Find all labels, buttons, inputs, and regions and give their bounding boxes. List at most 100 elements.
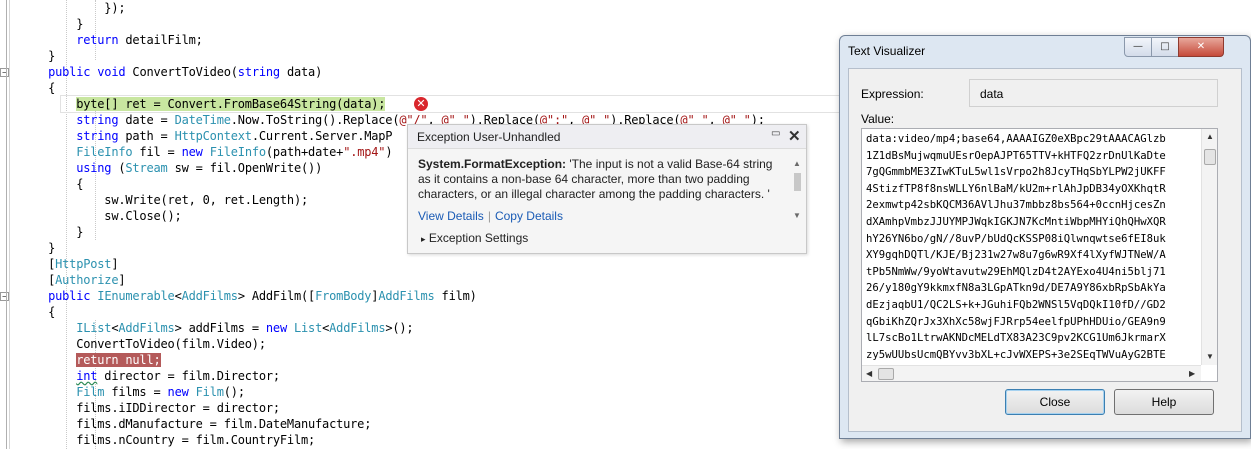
close-button[interactable]: Close bbox=[1005, 389, 1105, 415]
code-line: using (Stream sw = fil.OpenWrite()) bbox=[20, 160, 322, 176]
code-token: ) bbox=[385, 145, 393, 159]
code-token: string bbox=[237, 65, 280, 79]
code-token: List bbox=[294, 321, 323, 335]
code-line: return detailFilm; bbox=[20, 32, 203, 48]
code-line: string path = HttpContext.Current.Server… bbox=[20, 128, 392, 144]
code-token: ConvertToVideo(film.Video); bbox=[20, 337, 266, 351]
code-token: AddFilms bbox=[378, 289, 435, 303]
code-token: [ bbox=[20, 257, 56, 271]
code-token: AddFilms bbox=[181, 289, 238, 303]
minimize-icon[interactable]: — bbox=[1124, 37, 1152, 57]
code-token: .Current.Server.MapP bbox=[251, 129, 393, 143]
fold-toggle-icon[interactable]: − bbox=[0, 68, 9, 77]
expression-field: data bbox=[969, 79, 1218, 107]
help-button[interactable]: Help bbox=[1114, 389, 1214, 415]
code-token: sw.Write(ret, 0, ret.Length); bbox=[20, 193, 309, 207]
code-token: }); bbox=[20, 1, 126, 15]
code-token: Stream bbox=[125, 161, 168, 175]
exception-message: System.FormatException: 'The input is no… bbox=[418, 157, 778, 202]
exception-settings-toggle[interactable]: ▸ Exception Settings bbox=[421, 231, 528, 245]
code-token: AddFilms bbox=[329, 321, 386, 335]
code-line: FileInfo fil = new FileInfo(path+date+".… bbox=[20, 144, 392, 160]
exception-settings-label: Exception Settings bbox=[428, 231, 529, 245]
value-line: 26/y180gY9kkmxfN8a3LGpATkn9d/DE7A9Y86xbR… bbox=[866, 282, 1166, 295]
scroll-down-icon[interactable]: ▼ bbox=[1206, 352, 1214, 361]
code-token: films.dManufacture = film.DateManufactur… bbox=[20, 417, 372, 431]
scroll-left-icon[interactable]: ◀ bbox=[866, 369, 872, 378]
code-token: public bbox=[48, 289, 91, 303]
value-line: 7gQGmmbME3ZIwKTuL5wl1sVrpo2h8JcyTHqSbYLP… bbox=[866, 166, 1166, 179]
code-token: } bbox=[20, 17, 84, 31]
code-token: >(); bbox=[385, 321, 414, 335]
exception-scrollbar[interactable]: ▲ ▼ bbox=[791, 157, 803, 247]
code-token: return null; bbox=[76, 353, 161, 367]
value-line: XY9gqhDQTl/KJE/Bj231w27w8u7g6wR9Xf4lXyfW… bbox=[866, 249, 1166, 262]
code-line: { bbox=[20, 176, 83, 192]
text-visualizer-dialog: Text Visualizer — □ ✕ Expression: data V… bbox=[839, 35, 1251, 439]
scroll-right-icon[interactable]: ▶ bbox=[1189, 369, 1195, 378]
code-token: Film bbox=[76, 385, 105, 399]
code-token: detailFilm; bbox=[118, 33, 203, 47]
code-token: (path+date+ bbox=[265, 145, 344, 159]
scroll-thumb[interactable] bbox=[878, 368, 894, 380]
code-line: { bbox=[20, 304, 55, 320]
code-token: sw.Close(); bbox=[20, 209, 182, 223]
code-token: { bbox=[20, 177, 84, 191]
scroll-up-icon[interactable]: ▲ bbox=[793, 159, 801, 168]
value-line: qGbiKhZQrJx3XhXc58wjFJRrp54eelfpUPhHDUio… bbox=[866, 315, 1166, 328]
value-line: dXAmhpVmbzJJUYMPJWqkIGKJN7KcMntiWbpMHYiQ… bbox=[866, 215, 1166, 228]
value-label: Value: bbox=[861, 112, 895, 126]
code-token: public void bbox=[48, 65, 126, 79]
code-token: ( bbox=[111, 161, 126, 175]
value-line: dEzjaqbU1/QC2LS+k+JGuhiFQb2WNSl5VqDQkI10… bbox=[866, 298, 1166, 311]
value-text[interactable]: data:video/mp4;base64,AAAAIGZ0eXBpc29tAA… bbox=[866, 131, 1200, 380]
code-line: return null; bbox=[20, 352, 161, 368]
code-token: data) bbox=[279, 65, 323, 79]
value-textbox[interactable]: data:video/mp4;base64,AAAAIGZ0eXBpc29tAA… bbox=[861, 128, 1218, 382]
scroll-thumb[interactable] bbox=[1204, 149, 1216, 165]
scroll-up-icon[interactable]: ▲ bbox=[1206, 132, 1214, 141]
code-token: FileInfo bbox=[76, 145, 133, 159]
code-token: new bbox=[265, 321, 287, 335]
code-token: sw = fil.OpenWrite()) bbox=[167, 161, 323, 175]
value-horizontal-scrollbar[interactable]: ◀ ▶ bbox=[862, 365, 1201, 381]
view-details-link[interactable]: View Details bbox=[418, 209, 484, 223]
exception-header: Exception User-Unhandled ▭ ✕ bbox=[408, 125, 806, 149]
code-line: public void ConvertToVideo(string data) bbox=[20, 64, 322, 80]
scroll-thumb[interactable] bbox=[794, 173, 801, 191]
scroll-down-icon[interactable]: ▼ bbox=[793, 211, 801, 220]
copy-details-link[interactable]: Copy Details bbox=[495, 209, 563, 223]
fold-toggle-icon[interactable]: − bbox=[0, 292, 9, 301]
code-line: [HttpPost] bbox=[20, 256, 118, 272]
code-token: films = bbox=[104, 385, 168, 399]
code-token: IList bbox=[76, 321, 112, 335]
outline-line bbox=[6, 0, 7, 449]
value-line: 4StizfTP8f8nsWLLY6nlBaM/kU2m+rlAhJpDB34y… bbox=[866, 182, 1166, 195]
code-token: { bbox=[20, 81, 56, 95]
exception-type: System.FormatException: bbox=[418, 157, 567, 171]
code-token: HttpContext bbox=[174, 129, 252, 143]
expand-arrow-icon: ▸ bbox=[421, 234, 426, 244]
pin-icon[interactable]: ▭ bbox=[771, 128, 780, 139]
code-token: return bbox=[76, 33, 119, 47]
code-line: public IEnumerable<AddFilms> AddFilm([Fr… bbox=[20, 288, 477, 304]
close-icon[interactable]: ✕ bbox=[1178, 37, 1224, 57]
maximize-icon[interactable]: □ bbox=[1151, 37, 1179, 57]
code-line: byte[] ret = Convert.FromBase64String(da… bbox=[20, 96, 385, 112]
editor-gutter: − − bbox=[0, 0, 18, 449]
code-token: < bbox=[174, 289, 182, 303]
code-token: string bbox=[76, 113, 119, 127]
code-token: ConvertToVideo( bbox=[125, 65, 238, 79]
error-icon[interactable]: ✕ bbox=[414, 97, 428, 111]
dialog-title: Text Visualizer bbox=[848, 44, 926, 58]
code-token: fil = bbox=[132, 145, 182, 159]
close-icon[interactable]: ✕ bbox=[788, 127, 801, 145]
value-vertical-scrollbar[interactable]: ▲ ▼ bbox=[1201, 129, 1217, 365]
